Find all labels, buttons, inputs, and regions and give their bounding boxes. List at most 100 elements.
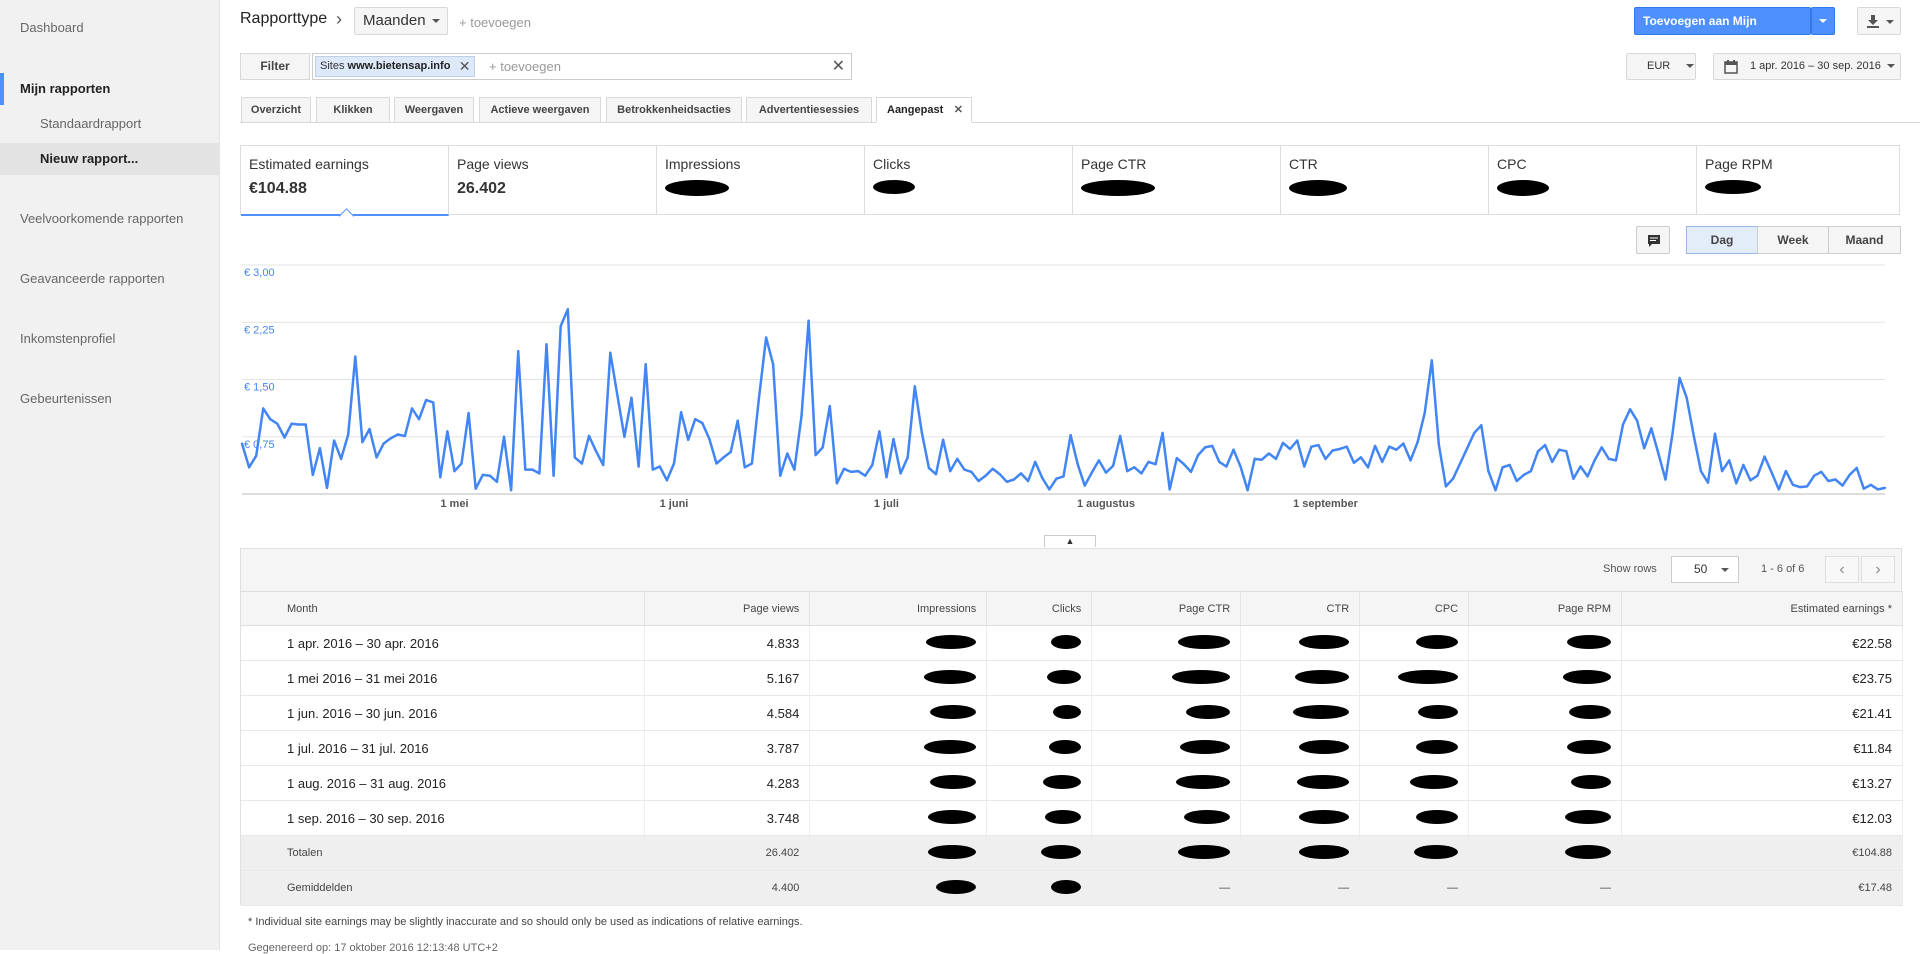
collapse-chart-button[interactable]: ▲: [1044, 535, 1096, 547]
cell-earnings: €11.84: [1621, 730, 1903, 766]
next-page-button[interactable]: ›: [1861, 556, 1895, 583]
filter-button[interactable]: Filter: [240, 53, 310, 80]
col-header-page-views[interactable]: Page views: [644, 591, 811, 626]
col-header-month[interactable]: Month: [241, 591, 646, 626]
data-point: [1324, 457, 1327, 461]
metric-page-rpm[interactable]: Page RPM: [1697, 146, 1899, 214]
metric-estimated-earnings[interactable]: Estimated earnings €104.88: [241, 146, 449, 216]
view-month-button[interactable]: Maand: [1828, 226, 1901, 254]
sidebar-item-income-profile[interactable]: Inkomstenprofiel: [0, 323, 219, 355]
sidebar-item-standard-report[interactable]: Standaardrapport: [0, 108, 219, 140]
metric-page-views[interactable]: Page views 26.402: [449, 146, 657, 214]
data-point: [715, 462, 718, 465]
data-point: [368, 427, 371, 431]
view-day-button[interactable]: Dag: [1686, 226, 1758, 254]
add-dimension-link[interactable]: + toevoegen: [459, 15, 531, 30]
data-point: [701, 421, 704, 425]
redacted-value: [1295, 669, 1350, 684]
sidebar-item-my-reports[interactable]: Mijn rapporten: [0, 73, 219, 105]
filter-placeholder[interactable]: + toevoegen: [489, 59, 561, 74]
metric-label: CPC: [1497, 156, 1527, 172]
chevron-right-icon: ›: [1875, 561, 1881, 578]
metric-impressions[interactable]: Impressions: [657, 146, 865, 214]
col-header-page-ctr[interactable]: Page CTR: [1091, 591, 1242, 626]
data-point: [1161, 431, 1164, 435]
data-point: [729, 450, 732, 454]
remove-chip-icon[interactable]: ✕: [459, 57, 471, 76]
tab-custom[interactable]: Aangepast ✕: [876, 97, 972, 123]
data-point: [1487, 469, 1490, 473]
col-header-impressions[interactable]: Impressions: [809, 591, 988, 626]
data-point: [963, 468, 966, 471]
data-point: [1388, 445, 1391, 448]
sidebar-item-advanced-reports[interactable]: Geavanceerde rapporten: [0, 263, 219, 295]
data-point: [262, 407, 265, 410]
date-range-picker[interactable]: 1 apr. 2016 – 30 sep. 2016: [1713, 53, 1901, 80]
tab-active-views[interactable]: Actieve weergaven: [479, 97, 601, 123]
data-point: [1402, 442, 1405, 445]
data-point: [283, 436, 286, 439]
col-header-page-rpm[interactable]: Page RPM: [1468, 591, 1623, 626]
sidebar-item-common-reports[interactable]: Veelvoorkomende rapporten: [0, 203, 219, 235]
data-point: [1536, 450, 1540, 453]
dimension-dropdown[interactable]: Maanden: [354, 7, 448, 35]
data-point: [1685, 396, 1688, 400]
col-header-ctr[interactable]: CTR: [1240, 591, 1361, 626]
redacted-value: [1414, 844, 1459, 859]
currency-dropdown[interactable]: EUR: [1626, 53, 1696, 80]
sidebar-item-new-report[interactable]: Nieuw rapport...: [0, 143, 219, 175]
rows-per-page-select[interactable]: 50: [1671, 556, 1739, 583]
data-point: [1430, 359, 1433, 362]
table-row: 1 jul. 2016 – 31 jul. 2016 3.787 €11.84: [241, 730, 1903, 766]
report-type-label: Rapporttype: [240, 10, 328, 27]
col-header-cpc[interactable]: CPC: [1359, 591, 1470, 626]
data-point: [623, 435, 626, 438]
add-to-reports-dropdown-button[interactable]: [1811, 7, 1835, 35]
annotations-button[interactable]: [1636, 226, 1670, 254]
close-tab-icon[interactable]: ✕: [954, 98, 963, 122]
cell-page-views: 4.833: [644, 625, 811, 661]
cell-earnings: €104.88: [1621, 835, 1903, 871]
filter-input[interactable]: Sites www.bietensap.info ✕ + toevoegen ✕: [312, 53, 852, 80]
tab-views[interactable]: Weergaven: [394, 97, 474, 123]
data-point: [1140, 472, 1143, 475]
redacted-value: [1563, 669, 1612, 684]
cell-earnings: €21.41: [1621, 695, 1903, 731]
tab-engagement-actions[interactable]: Betrokkenheidsacties: [606, 97, 742, 123]
metric-clicks[interactable]: Clicks: [865, 146, 1073, 214]
metrics-bar: Estimated earnings €104.88 Page views 26…: [240, 145, 1900, 216]
data-point: [1522, 473, 1526, 477]
metric-cpc[interactable]: CPC: [1489, 146, 1697, 214]
tab-clicks[interactable]: Klikken: [316, 97, 390, 123]
earnings-series-line[interactable]: [240, 308, 1886, 492]
data-point: [1841, 484, 1844, 487]
y-tick-label: € 2,25: [244, 324, 275, 336]
sidebar-item-dashboard[interactable]: Dashboard: [0, 12, 219, 44]
filter-chip-prefix: Sites: [320, 60, 345, 72]
metric-ctr[interactable]: CTR: [1281, 146, 1489, 214]
prev-page-button[interactable]: ‹: [1825, 556, 1859, 583]
data-point: [495, 480, 499, 483]
data-point: [828, 405, 831, 408]
data-point: [835, 482, 839, 485]
cell-page-views: 4.283: [644, 765, 811, 801]
metric-page-ctr[interactable]: Page CTR: [1073, 146, 1281, 214]
metric-label: CTR: [1289, 156, 1318, 172]
col-header-estimated-earnings[interactable]: Estimated earnings *: [1621, 591, 1903, 626]
data-point: [1033, 460, 1037, 464]
redacted-value: [928, 844, 977, 859]
data-point: [290, 422, 293, 425]
cell-month: 1 aug. 2016 – 31 aug. 2016: [241, 765, 646, 801]
clear-filter-icon[interactable]: ✕: [832, 56, 845, 76]
data-point: [1820, 470, 1823, 474]
view-week-button[interactable]: Week: [1757, 226, 1829, 254]
data-point: [1296, 439, 1299, 442]
data-point: [686, 438, 690, 442]
col-header-clicks[interactable]: Clicks: [986, 591, 1093, 626]
download-button[interactable]: [1857, 7, 1901, 35]
tab-overview[interactable]: Overzicht: [241, 97, 311, 123]
data-point: [1756, 474, 1759, 477]
tab-ad-sessions[interactable]: Advertentiesessies: [746, 97, 872, 123]
add-to-my-reports-button[interactable]: Toevoegen aan Mijn rapporten: [1634, 7, 1811, 54]
sidebar-item-events[interactable]: Gebeurtenissen: [0, 383, 219, 415]
